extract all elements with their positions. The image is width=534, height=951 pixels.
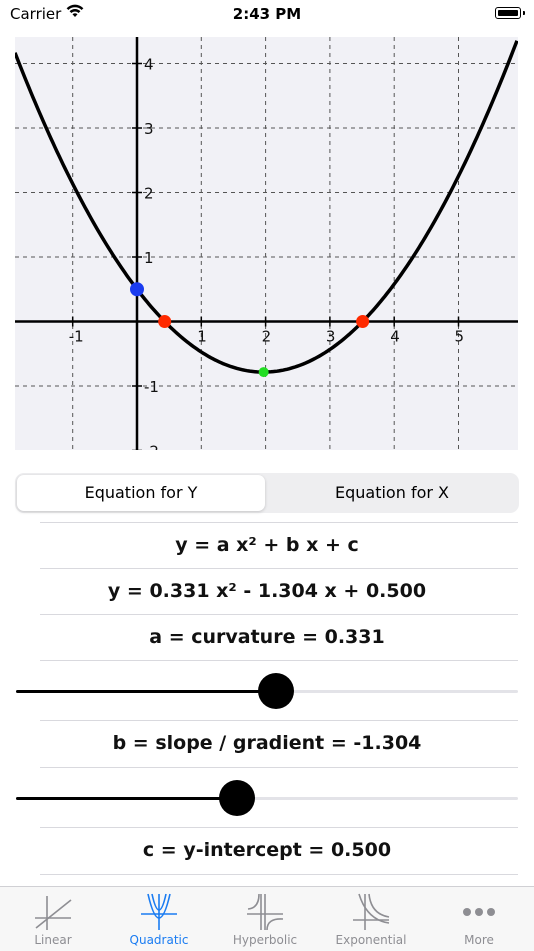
- y-tick-label: 3: [144, 120, 154, 138]
- x-tick-label: 5: [455, 328, 465, 346]
- exponential-icon: [353, 893, 390, 930]
- linear-icon: [35, 896, 72, 930]
- a-slider-thumb[interactable]: [258, 673, 295, 709]
- more-icon: [463, 908, 495, 916]
- y-tick-label: 4: [144, 56, 154, 74]
- graph-grid: [15, 37, 518, 450]
- hyperbolic-icon: [247, 893, 284, 931]
- divider: [40, 720, 518, 721]
- battery-icon: [495, 7, 525, 19]
- root-point: [356, 315, 370, 328]
- graph-axes: [15, 37, 518, 450]
- tab-linear[interactable]: Linear: [0, 887, 106, 951]
- tab-label: Hyperbolic: [232, 933, 298, 947]
- tab-more[interactable]: More: [426, 887, 532, 951]
- divider: [40, 660, 518, 661]
- divider: [40, 827, 518, 828]
- x-tick-label: -1: [69, 328, 84, 346]
- tab-label: Linear: [34, 933, 72, 947]
- general-equation: y = a x² + b x + c: [175, 534, 359, 556]
- y-intercept-point: [130, 282, 144, 297]
- x-tick-label: 2: [262, 328, 272, 346]
- x-tick-label: 4: [390, 328, 400, 346]
- tab-exponential[interactable]: Exponential: [318, 887, 424, 951]
- tab-hyperbolic[interactable]: Hyperbolic: [212, 887, 318, 951]
- tab-label: Exponential: [335, 933, 407, 947]
- specific-equation: y = 0.331 x² - 1.304 x + 0.500: [107, 580, 427, 602]
- divider: [40, 767, 518, 768]
- quadratic-icon: [141, 893, 177, 930]
- tab-label: Quadratic: [129, 933, 189, 947]
- x-tick-label: 1: [197, 328, 207, 346]
- b-slope-slider[interactable]: [16, 780, 518, 816]
- divider: [40, 874, 518, 875]
- clock: 2:43 PM: [232, 5, 302, 23]
- divider: [40, 614, 518, 615]
- tab-equation-for-x[interactable]: Equation for X: [267, 475, 517, 511]
- y-tick-label: -1: [144, 378, 159, 396]
- y-tick-label: 1: [144, 249, 154, 267]
- root-point: [158, 315, 172, 328]
- a-curvature-slider[interactable]: [16, 673, 518, 709]
- b-slider-thumb[interactable]: [218, 780, 255, 816]
- a-coefficient-label: a = curvature = 0.331: [149, 626, 385, 648]
- vertex-point: [258, 367, 269, 378]
- tab-bar: Linear Quadratic Hyperbolic Exponential …: [0, 886, 534, 951]
- divider: [40, 568, 518, 569]
- status-bar: Carrier 2:43 PM: [0, 0, 534, 30]
- equation-mode-control[interactable]: Equation for Y Equation for X: [15, 473, 519, 513]
- tab-equation-for-y[interactable]: Equation for Y: [17, 475, 265, 511]
- graph-tick-labels: -1 1 2 3 4 5 4 3 2 1 -1 -2: [69, 56, 464, 451]
- tab-quadratic[interactable]: Quadratic: [106, 887, 212, 951]
- function-graph[interactable]: -1 1 2 3 4 5 4 3 2 1 -1 -2: [15, 37, 518, 450]
- divider: [40, 522, 518, 523]
- y-tick-label: -2: [144, 443, 159, 451]
- c-coefficient-label: c = y-intercept = 0.500: [142, 839, 392, 861]
- x-tick-label: 3: [326, 328, 336, 346]
- b-coefficient-label: b = slope / gradient = -1.304: [112, 732, 422, 754]
- tab-label: More: [464, 933, 494, 947]
- y-tick-label: 2: [144, 185, 154, 203]
